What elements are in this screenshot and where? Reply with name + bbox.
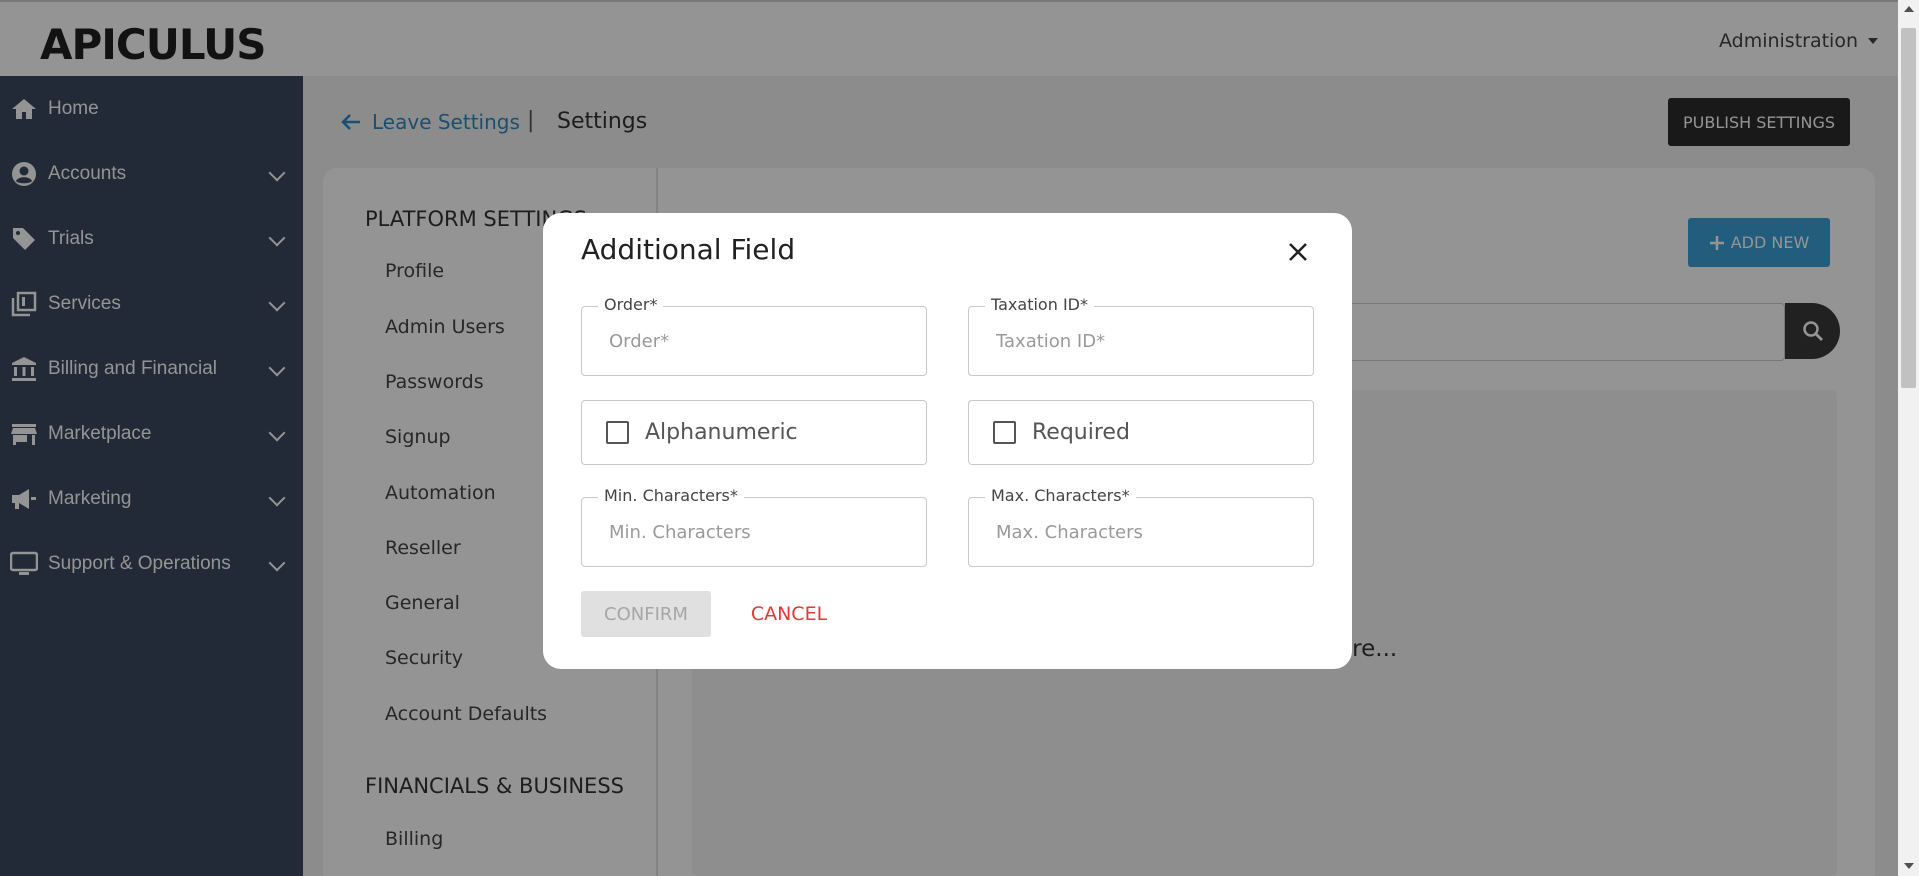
- max-characters-input[interactable]: [970, 499, 1312, 565]
- scrollbar-thumb[interactable]: [1901, 28, 1916, 388]
- min-characters-input[interactable]: [583, 499, 925, 565]
- scroll-up-arrow-icon[interactable]: [1904, 6, 1914, 12]
- required-label: Required: [1032, 420, 1130, 445]
- checkbox-box[interactable]: [606, 421, 629, 444]
- additional-field-dialog: Additional Field Order* Taxation ID* Alp…: [543, 213, 1352, 669]
- cancel-button[interactable]: CANCEL: [743, 591, 835, 637]
- close-icon: [1289, 243, 1307, 261]
- scroll-down-arrow-icon[interactable]: [1904, 863, 1914, 869]
- dialog-title: Additional Field: [581, 233, 796, 266]
- alphanumeric-checkbox[interactable]: Alphanumeric: [581, 400, 927, 465]
- confirm-button[interactable]: CONFIRM: [581, 591, 711, 637]
- order-input[interactable]: [583, 308, 925, 374]
- checkbox-box[interactable]: [993, 421, 1016, 444]
- alphanumeric-label: Alphanumeric: [645, 420, 798, 445]
- close-button[interactable]: [1283, 237, 1313, 267]
- max-characters-field: Max. Characters*: [968, 486, 1314, 567]
- order-field: Order*: [581, 295, 927, 376]
- min-characters-field: Min. Characters*: [581, 486, 927, 567]
- taxation-id-input[interactable]: [970, 308, 1312, 374]
- required-checkbox[interactable]: Required: [968, 400, 1314, 465]
- taxation-id-field: Taxation ID*: [968, 295, 1314, 376]
- page-scrollbar[interactable]: [1898, 0, 1919, 876]
